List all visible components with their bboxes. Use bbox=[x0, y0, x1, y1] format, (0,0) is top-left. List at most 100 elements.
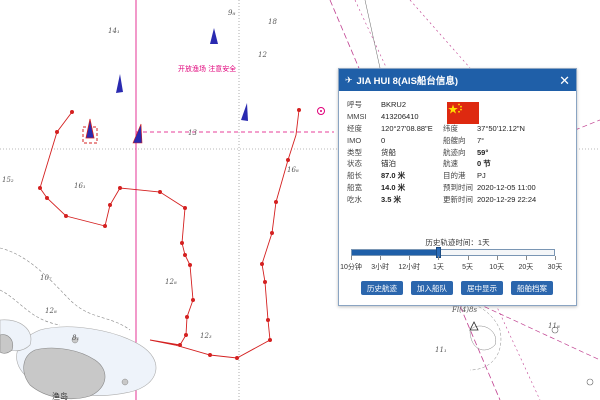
field-label: MMSI bbox=[347, 112, 367, 122]
depth-sounding: 8₁ bbox=[72, 334, 79, 342]
field-value: 2020-12-29 22:24 bbox=[477, 194, 537, 204]
field-value: 413206410 bbox=[381, 112, 419, 122]
info-row: 经度 120°27'08.88"E 纬度 37°50'12.12"N bbox=[347, 123, 573, 135]
ship-track-line bbox=[39, 109, 300, 359]
field-label: 航迹向 bbox=[443, 147, 466, 157]
field-value: BKRU2 bbox=[381, 100, 407, 110]
ship-logo-icon: ✈ bbox=[345, 74, 353, 85]
slider-tick bbox=[351, 256, 352, 260]
field-label: 目的港 bbox=[443, 171, 466, 181]
selected-ship-icon[interactable] bbox=[85, 118, 95, 139]
popup-header: ✈ JIA HUI 8(AIS船台信息) ✕ bbox=[339, 69, 576, 91]
slider-tick-label[interactable]: 20天 bbox=[518, 262, 533, 272]
fishing-zone-label: 开放渔场 注意安全 bbox=[178, 64, 236, 73]
info-row: 船长 87.0 米 目的港 PJ bbox=[347, 170, 573, 182]
slider-tick bbox=[555, 256, 556, 260]
buoy-label: Fl(4)8s bbox=[451, 306, 477, 314]
depth-sounding: 14₁ bbox=[108, 27, 120, 35]
traffic-lane-line bbox=[574, 119, 600, 131]
depth-sounding: 11₁ bbox=[435, 346, 447, 354]
field-label: 类型 bbox=[347, 147, 362, 157]
depth-sounding: 9₈ bbox=[228, 9, 235, 17]
ais-info-popup[interactable]: ✈ JIA HUI 8(AIS船台信息) ✕ 呼号 BKRU2 MMSI 413… bbox=[338, 68, 577, 306]
field-value: 货船 bbox=[381, 147, 396, 157]
info-row: IMO 0 船艘向 7° bbox=[347, 134, 573, 146]
info-row: 吃水 3.5 米 更新时间 2020-12-29 22:24 bbox=[347, 193, 573, 205]
traffic-lane-line bbox=[409, 0, 471, 69]
depth-contour bbox=[364, 0, 381, 69]
history-slider-title: 历史轨迹时间：1天 bbox=[425, 238, 490, 247]
depth-sounding: 16₈ bbox=[287, 166, 299, 174]
slider-tick-label[interactable]: 10分钟 bbox=[340, 262, 362, 272]
field-label: 吃水 bbox=[347, 194, 362, 204]
traffic-lane-line bbox=[469, 299, 600, 361]
slider-tick-label[interactable]: 12小时 bbox=[398, 262, 420, 272]
field-value: 14.0 米 bbox=[381, 182, 406, 192]
field-value: 3.5 米 bbox=[381, 194, 402, 204]
field-label: 船长 bbox=[347, 171, 362, 181]
field-value: PJ bbox=[477, 171, 486, 181]
field-value: 59° bbox=[477, 147, 489, 157]
ship-track-points bbox=[38, 108, 301, 360]
slider-tick bbox=[496, 256, 498, 260]
slider-tick bbox=[380, 256, 382, 260]
field-label: 更新时间 bbox=[443, 194, 473, 204]
field-label: 纬度 bbox=[443, 123, 458, 133]
slider-tick-label[interactable]: 3小时 bbox=[371, 262, 389, 272]
info-row: MMSI 413206410 bbox=[347, 111, 573, 123]
popup-title: JIA HUI 8(AIS船台信息) bbox=[356, 76, 459, 87]
slider-tick bbox=[467, 256, 469, 260]
slider-tick-label[interactable]: 5天 bbox=[462, 262, 473, 272]
depth-contour bbox=[469, 325, 497, 351]
slider-fill bbox=[352, 250, 439, 255]
field-label: 经度 bbox=[347, 123, 362, 133]
slider-tick bbox=[525, 256, 527, 260]
ship-info-table: 呼号 BKRU2 MMSI 413206410 经度 120°27'08.88"… bbox=[347, 99, 573, 205]
info-row: 呼号 BKRU2 bbox=[347, 99, 573, 111]
field-label: 状态 bbox=[347, 159, 362, 169]
slider-tick-label[interactable]: 10天 bbox=[489, 262, 504, 272]
info-row: 类型 货船 航迹向 59° bbox=[347, 146, 573, 158]
depth-sounding: 18 bbox=[268, 18, 277, 26]
slider-tick-label[interactable]: 30天 bbox=[548, 262, 563, 272]
slider-tick-label[interactable]: 1天 bbox=[433, 262, 444, 272]
history-track-button[interactable]: 历史航迹 bbox=[361, 281, 403, 295]
ship-icon[interactable] bbox=[241, 103, 248, 121]
field-value: 37°50'12.12"N bbox=[477, 123, 525, 133]
field-label: IMO bbox=[347, 135, 362, 145]
depth-sounding: 12 bbox=[258, 51, 267, 59]
depth-sounding: 12₃ bbox=[200, 332, 212, 340]
depth-sounding: 12₈ bbox=[45, 307, 57, 315]
depth-sounding: 10₇ bbox=[40, 274, 52, 282]
field-label: 船艘向 bbox=[443, 135, 466, 145]
depth-contour bbox=[0, 247, 131, 331]
center-display-button[interactable]: 居中显示 bbox=[461, 281, 503, 295]
ship-icon[interactable] bbox=[116, 74, 123, 93]
field-value: 2020-12-05 11:00 bbox=[477, 182, 536, 192]
island-name: 渔岛 bbox=[52, 391, 68, 400]
field-value: 锚泊 bbox=[381, 159, 396, 169]
depth-sounding: 15₂ bbox=[2, 176, 14, 184]
ship-icon[interactable] bbox=[132, 123, 143, 144]
depth-sounding: 16₁ bbox=[74, 182, 86, 190]
info-row: 状态 锚泊 航速 0 节 bbox=[347, 158, 573, 170]
field-label: 预到时间 bbox=[443, 182, 473, 192]
info-row: 船宽 14.0 米 预到时间 2020-12-05 11:00 bbox=[347, 182, 573, 194]
ship-icon[interactable] bbox=[210, 28, 218, 44]
field-value: 0 节 bbox=[477, 159, 491, 169]
depth-sounding: 13 bbox=[188, 129, 197, 137]
rock-dot bbox=[121, 378, 129, 386]
depth-sounding: 11₈ bbox=[548, 322, 560, 330]
ship-archive-button[interactable]: 船舶档案 bbox=[511, 281, 553, 295]
close-icon[interactable]: ✕ bbox=[559, 74, 570, 87]
history-time-slider[interactable] bbox=[351, 247, 555, 258]
slider-tick bbox=[438, 256, 440, 260]
depth-sounding: 12₈ bbox=[165, 278, 177, 286]
field-value: 120°27'08.88"E bbox=[381, 123, 433, 133]
field-value: 87.0 米 bbox=[381, 171, 406, 181]
field-label: 呼号 bbox=[347, 100, 362, 110]
anchorage-marker bbox=[586, 378, 594, 386]
add-to-fleet-button[interactable]: 加入船队 bbox=[411, 281, 453, 295]
buoy-marker[interactable] bbox=[320, 110, 322, 112]
field-label: 航速 bbox=[443, 159, 458, 169]
